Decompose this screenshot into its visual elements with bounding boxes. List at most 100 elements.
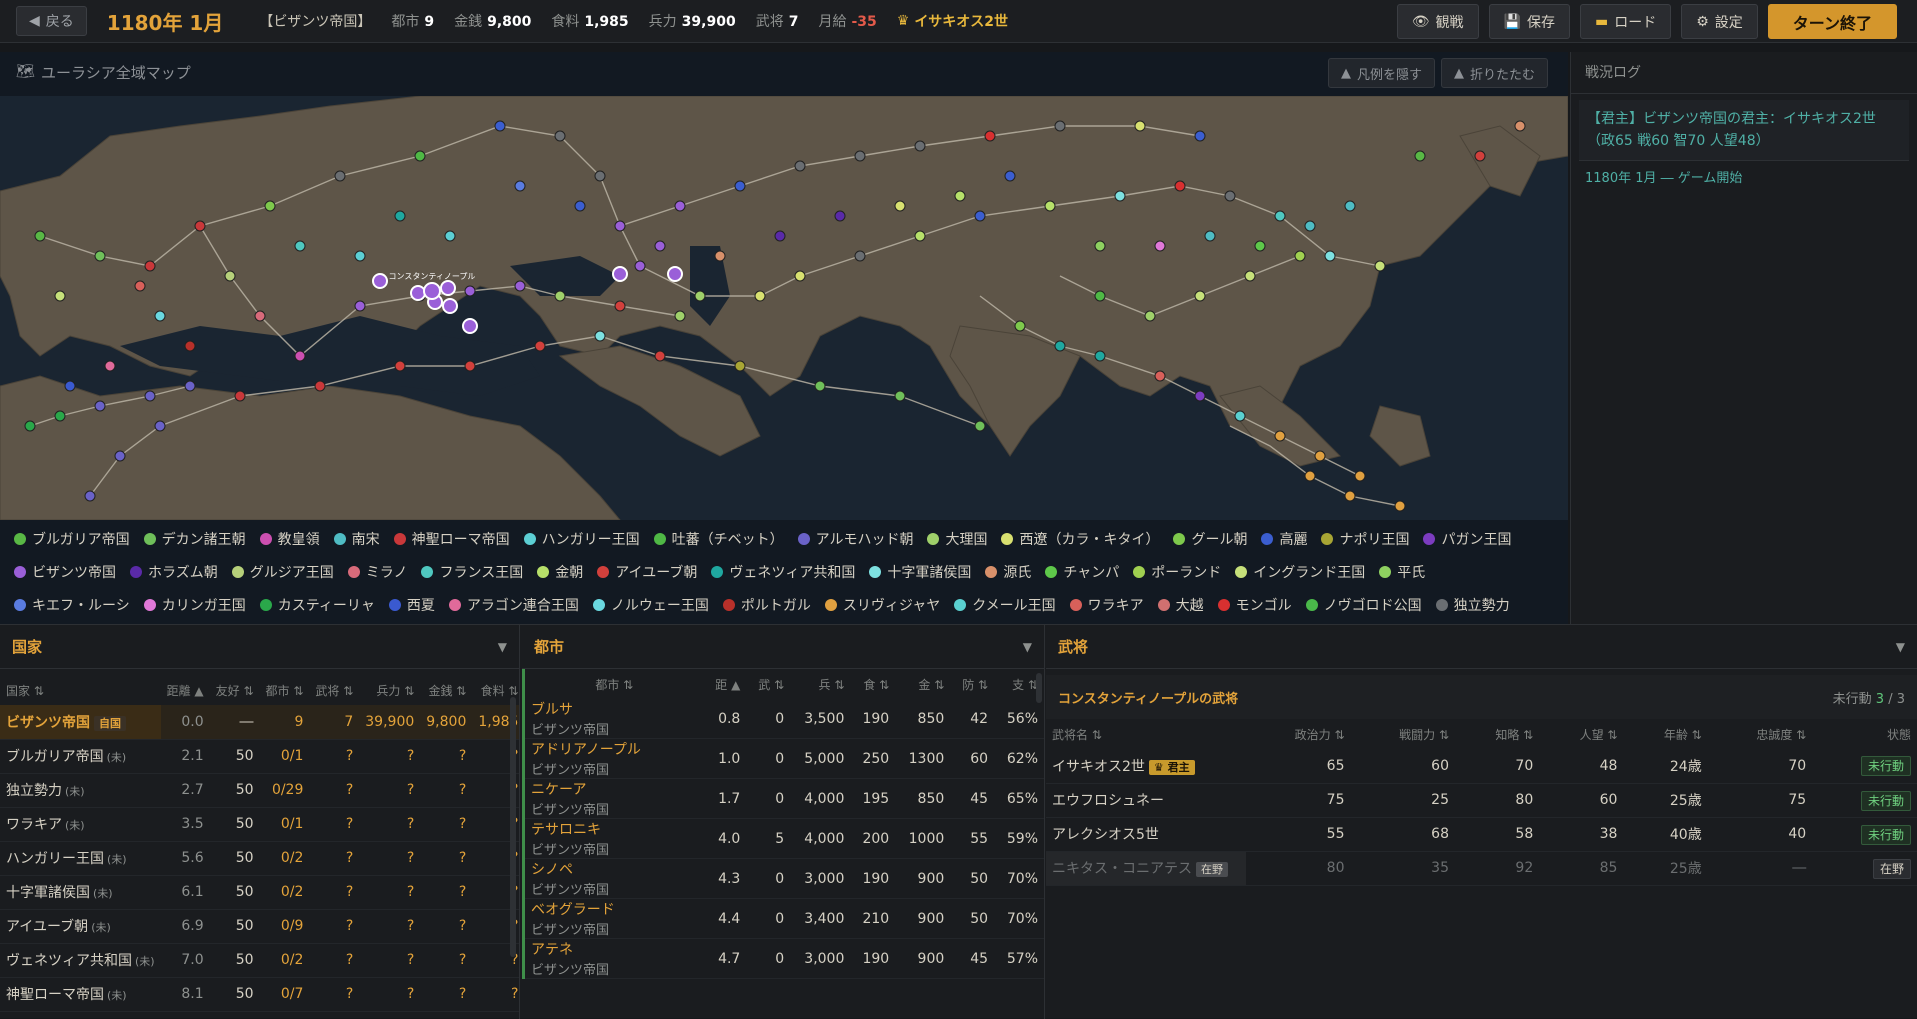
legend-item[interactable]: アルモハッド朝 (797, 528, 913, 549)
city-node[interactable] (694, 290, 706, 302)
city-row[interactable]: アテネ ビザンツ帝国 4.7 0 3,000 190 900 45 57% (523, 938, 1044, 979)
city-node[interactable] (954, 190, 966, 202)
column-header[interactable]: 金 ⇅ (895, 669, 950, 699)
city-node[interactable] (1394, 500, 1406, 512)
legend-item[interactable]: 源氏 (985, 561, 1031, 582)
legend-item[interactable]: グルジア王国 (231, 561, 334, 582)
settings-button[interactable]: ⚙ 設定 (1681, 4, 1758, 39)
city-node[interactable] (1224, 190, 1236, 202)
legend-item[interactable]: チャンパ (1045, 561, 1119, 582)
city-node[interactable] (1004, 170, 1016, 182)
legend-item[interactable]: モンゴル (1217, 594, 1292, 615)
city-node[interactable] (1134, 120, 1146, 132)
city-node[interactable] (1344, 490, 1356, 502)
city-node[interactable] (1044, 200, 1056, 212)
column-header[interactable]: 国家 ⇅ (0, 675, 161, 705)
legend-item[interactable]: 大越 (1157, 594, 1204, 615)
city-node[interactable] (614, 220, 626, 232)
city-node[interactable] (154, 310, 166, 322)
city-node[interactable] (64, 380, 76, 392)
column-header[interactable]: 兵 ⇅ (790, 669, 850, 699)
city-node[interactable] (734, 360, 746, 372)
city-node[interactable] (264, 200, 276, 212)
city-node[interactable] (154, 420, 166, 432)
city-node[interactable] (614, 300, 626, 312)
load-button[interactable]: ▬ ロード (1580, 4, 1672, 39)
column-header[interactable]: 都市 ⇅ (524, 669, 704, 699)
column-header[interactable]: 距離 ▲ (161, 675, 210, 705)
nation-row[interactable]: アイユーブ朝(未)6.9500/9????? (0, 909, 519, 944)
city-node[interactable] (594, 330, 606, 342)
city-row[interactable]: アドリアノープル ビザンツ帝国 1.0 0 5,000 250 1300 60 62% (523, 738, 1044, 779)
back-button[interactable]: ◀ 戻る (16, 6, 87, 36)
legend-item[interactable]: ヴェネツィア共和国 (711, 561, 855, 582)
city-row[interactable]: ニケーア ビザンツ帝国 1.7 0 4,000 195 850 45 65% (523, 778, 1044, 819)
city-node[interactable] (1304, 470, 1316, 482)
city-node[interactable] (974, 210, 986, 222)
column-header[interactable]: 武 ⇅ (746, 669, 790, 699)
city-node[interactable] (1244, 270, 1256, 282)
city-node[interactable] (1204, 230, 1216, 242)
own-city-node[interactable] (440, 280, 456, 296)
city-node[interactable] (634, 260, 646, 272)
city-node[interactable] (34, 230, 46, 242)
city-node[interactable] (1094, 350, 1106, 362)
cities-scrollbar[interactable] (1036, 673, 1042, 703)
own-city-node[interactable] (410, 285, 426, 301)
column-header[interactable]: 年齢 ⇅ (1623, 719, 1707, 749)
column-header[interactable]: 都市 ⇅ (260, 675, 310, 705)
city-node[interactable] (654, 350, 666, 362)
city-node[interactable] (1254, 240, 1266, 252)
column-header[interactable]: 知略 ⇅ (1455, 719, 1539, 749)
column-header[interactable]: 兵力 ⇅ (359, 675, 420, 705)
city-node[interactable] (674, 310, 686, 322)
city-node[interactable] (1114, 190, 1126, 202)
legend-item[interactable]: 神聖ローマ帝国 (393, 528, 510, 549)
legend-item[interactable]: ブルガリア帝国 (14, 528, 130, 549)
legend-item[interactable]: ノヴゴロド公国 (1305, 594, 1422, 615)
city-node[interactable] (1294, 250, 1306, 262)
legend-item[interactable]: ポルトガル (722, 594, 811, 615)
city-node[interactable] (1014, 320, 1026, 332)
generals-header[interactable]: 武将 ▼ (1046, 625, 1917, 669)
city-node[interactable] (734, 180, 746, 192)
city-row[interactable]: ベオグラード ビザンツ帝国 4.4 0 3,400 210 900 50 70% (523, 898, 1044, 939)
city-node[interactable] (334, 170, 346, 182)
city-node[interactable] (594, 170, 606, 182)
own-city-node[interactable] (442, 298, 458, 314)
column-header[interactable]: 金銭 ⇅ (420, 675, 472, 705)
city-node[interactable] (394, 360, 406, 372)
city-node[interactable] (674, 200, 686, 212)
city-node[interactable] (1474, 150, 1486, 162)
legend-item[interactable]: グール朝 (1173, 528, 1247, 549)
city-node[interactable] (754, 290, 766, 302)
city-node[interactable] (854, 150, 866, 162)
save-button[interactable]: 💾 保存 (1488, 4, 1570, 39)
column-header[interactable]: 状態 (1812, 719, 1917, 749)
city-node[interactable] (234, 390, 246, 402)
city-node[interactable] (104, 360, 116, 372)
legend-item[interactable]: クメール王国 (954, 594, 1056, 615)
legend-item[interactable]: パガン王国 (1423, 528, 1511, 549)
city-node[interactable] (464, 285, 476, 297)
nation-row[interactable]: ワラキア(未)3.5500/1????? (0, 807, 519, 842)
general-row[interactable]: アレクシオス5世 55 68 58 38 40歳 40 未行動 (1046, 817, 1917, 852)
city-node[interactable] (1344, 200, 1356, 212)
city-node[interactable] (894, 390, 906, 402)
city-node[interactable] (24, 420, 36, 432)
city-node[interactable] (114, 450, 126, 462)
end-turn-button[interactable]: ターン終了 (1767, 4, 1897, 39)
city-node[interactable] (714, 250, 726, 262)
city-node[interactable] (1154, 370, 1166, 382)
column-header[interactable]: 食 ⇅ (850, 669, 895, 699)
city-node[interactable] (1094, 290, 1106, 302)
city-node[interactable] (1324, 250, 1336, 262)
legend-item[interactable]: 高麗 (1261, 528, 1307, 549)
legend-item[interactable]: ビザンツ帝国 (14, 561, 116, 582)
city-node[interactable] (1304, 220, 1316, 232)
city-node[interactable] (774, 230, 786, 242)
general-row[interactable]: イサキオス2世 ♛ 君主 65 60 70 48 24歳 70 未行動 (1046, 749, 1917, 784)
city-node[interactable] (224, 270, 236, 282)
legend-item[interactable]: 西遼（カラ・キタイ） (1001, 528, 1159, 549)
legend-item[interactable]: カスティーリャ (259, 594, 375, 615)
